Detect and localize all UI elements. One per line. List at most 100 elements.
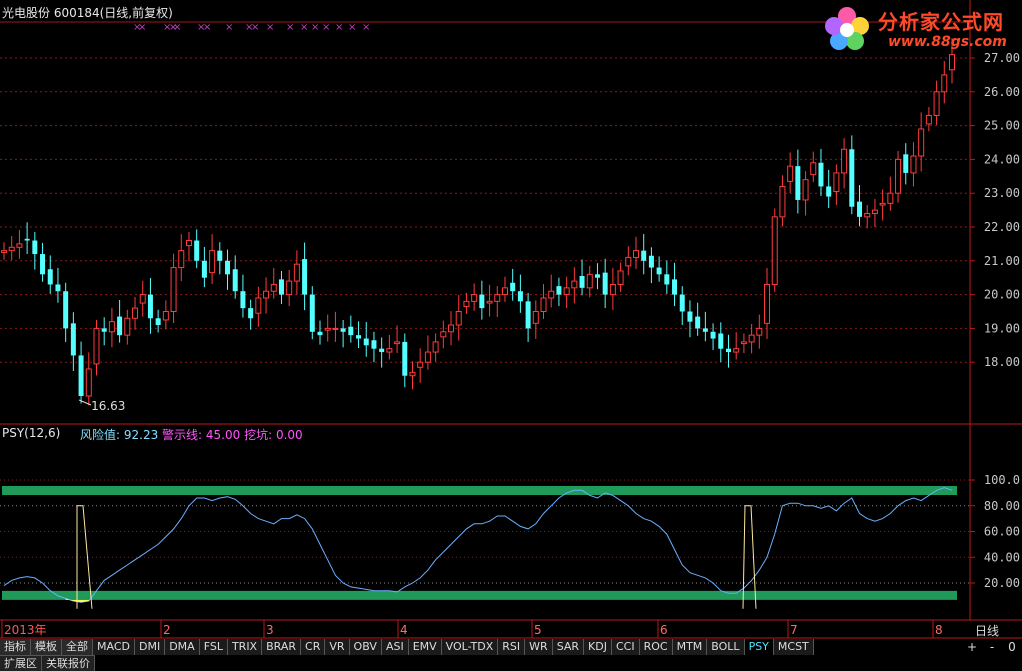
signal-marker: × bbox=[225, 22, 233, 33]
reset-button[interactable]: 0 bbox=[1002, 639, 1022, 655]
candle-body-up bbox=[501, 287, 508, 296]
tab-extension-area[interactable]: 扩展区 bbox=[0, 655, 42, 671]
candle-body-up bbox=[255, 297, 262, 314]
tab-trix[interactable]: TRIX bbox=[227, 639, 263, 655]
candle-body-down bbox=[857, 201, 863, 217]
tab-emv[interactable]: EMV bbox=[408, 639, 442, 655]
period-label[interactable]: 日线 bbox=[975, 622, 999, 639]
candle-body-up bbox=[571, 280, 578, 289]
candle-body-down bbox=[679, 294, 685, 312]
candle-body-down bbox=[725, 348, 731, 353]
tab-cr[interactable]: CR bbox=[301, 639, 326, 655]
tab-mcst[interactable]: MCST bbox=[773, 639, 814, 655]
tab-psy[interactable]: PSY bbox=[744, 639, 774, 655]
candle-body-down bbox=[55, 284, 61, 292]
candle-body-up bbox=[532, 311, 539, 324]
candle-body-up bbox=[448, 324, 455, 333]
candle-body-up bbox=[286, 280, 293, 296]
tab-template[interactable]: 模板 bbox=[31, 639, 62, 655]
tab-obv[interactable]: OBV bbox=[349, 639, 382, 655]
tab-macd[interactable]: MACD bbox=[93, 639, 135, 655]
zoom-out-button[interactable]: - bbox=[982, 639, 1002, 655]
signal-marker: × bbox=[286, 22, 294, 33]
tab-fsl[interactable]: FSL bbox=[199, 639, 228, 655]
candle-body-down bbox=[702, 328, 708, 332]
candle-body-up bbox=[386, 348, 393, 353]
candle-body-down bbox=[402, 341, 408, 376]
zoom-in-button[interactable]: + bbox=[962, 639, 982, 655]
candle-body-down bbox=[348, 326, 354, 336]
candle-body-down bbox=[70, 323, 76, 356]
psy-tick-label: 100.0 bbox=[984, 473, 1020, 487]
candle-body-down bbox=[371, 340, 377, 349]
candle-body-up bbox=[324, 327, 331, 331]
tab-dma[interactable]: DMA bbox=[165, 639, 200, 655]
candle-body-down bbox=[579, 276, 585, 288]
candle-body-down bbox=[24, 238, 30, 241]
candle-body-down bbox=[594, 274, 600, 278]
price-tick-label: 22.00 bbox=[984, 220, 1020, 234]
tab-asi[interactable]: ASI bbox=[381, 639, 409, 655]
tab-boll[interactable]: BOLL bbox=[707, 639, 745, 655]
tab-wr[interactable]: WR bbox=[525, 639, 553, 655]
candle-body-down bbox=[309, 294, 315, 332]
tab-rsi[interactable]: RSI bbox=[498, 639, 526, 655]
candle-body-down bbox=[479, 294, 485, 309]
candle-body-up bbox=[887, 192, 894, 204]
candle-body-up bbox=[494, 294, 501, 302]
candle-body-up bbox=[263, 290, 270, 299]
candle-body-up bbox=[178, 250, 185, 269]
candle-body-down bbox=[903, 154, 909, 173]
psy-upper-band bbox=[2, 486, 957, 496]
candle-body-down bbox=[695, 316, 701, 329]
candle-body-down bbox=[710, 331, 716, 339]
psy-title: PSY(12,6) bbox=[2, 426, 61, 440]
tab-brar[interactable]: BRAR bbox=[262, 639, 302, 655]
tab-indicator[interactable]: 指标 bbox=[0, 639, 31, 655]
signal-marker: × bbox=[322, 22, 330, 33]
candle-body-up bbox=[332, 327, 339, 330]
candle-body-up bbox=[93, 327, 100, 365]
candle-body-down bbox=[664, 274, 670, 285]
tab-dmi[interactable]: DMI bbox=[134, 639, 166, 655]
candle-body-down bbox=[32, 240, 38, 255]
risk-value: 风险值: 92.23 bbox=[80, 428, 159, 442]
candle-body-down bbox=[379, 348, 385, 353]
flower-logo-icon bbox=[825, 7, 869, 50]
candle-body-up bbox=[802, 179, 809, 201]
tab-mtm[interactable]: MTM bbox=[672, 639, 708, 655]
psy-tick-label: 60.00 bbox=[984, 525, 1020, 539]
candle-body-up bbox=[409, 371, 416, 377]
tab-related-quotes[interactable]: 关联报价 bbox=[42, 655, 95, 671]
tab-all[interactable]: 全部 bbox=[62, 639, 93, 655]
tab-sar[interactable]: SAR bbox=[552, 639, 585, 655]
tab-cci[interactable]: CCI bbox=[611, 639, 640, 655]
tab-roc[interactable]: ROC bbox=[639, 639, 673, 655]
candle-body-up bbox=[293, 263, 300, 282]
candle-body-up bbox=[787, 165, 794, 182]
candle-body-down bbox=[225, 260, 231, 275]
signal-marker: × bbox=[311, 22, 319, 33]
candle-body-down bbox=[849, 149, 855, 207]
candle-body-up bbox=[733, 348, 740, 353]
tab-vol-tdx[interactable]: VOL-TDX bbox=[441, 639, 499, 655]
tab-vr[interactable]: VR bbox=[325, 639, 350, 655]
candle-body-up bbox=[455, 311, 462, 326]
x-axis-label: 6 bbox=[660, 623, 668, 637]
candle-body-up bbox=[586, 273, 593, 289]
x-axis-label: 5 bbox=[534, 623, 542, 637]
candle-body-up bbox=[748, 334, 755, 343]
tab-kdj[interactable]: KDJ bbox=[584, 639, 612, 655]
signal-marker: × bbox=[335, 22, 343, 33]
candle-body-up bbox=[270, 283, 277, 292]
x-axis-label: 2 bbox=[163, 623, 171, 637]
signal-marker: × bbox=[251, 22, 259, 33]
candle-body-up bbox=[417, 361, 424, 368]
indicator-tabs: 指标 模板 全部 MACD DMI DMA FSL TRIX BRAR CR VR OBV ASI EMV… bbox=[0, 639, 814, 655]
price-tick-label: 21.00 bbox=[984, 254, 1020, 268]
candle-body-up bbox=[563, 287, 570, 296]
candle-body-down bbox=[63, 291, 69, 329]
candle-body-up bbox=[432, 341, 439, 353]
price-tick-label: 24.00 bbox=[984, 152, 1020, 166]
candle-body-up bbox=[918, 128, 925, 157]
